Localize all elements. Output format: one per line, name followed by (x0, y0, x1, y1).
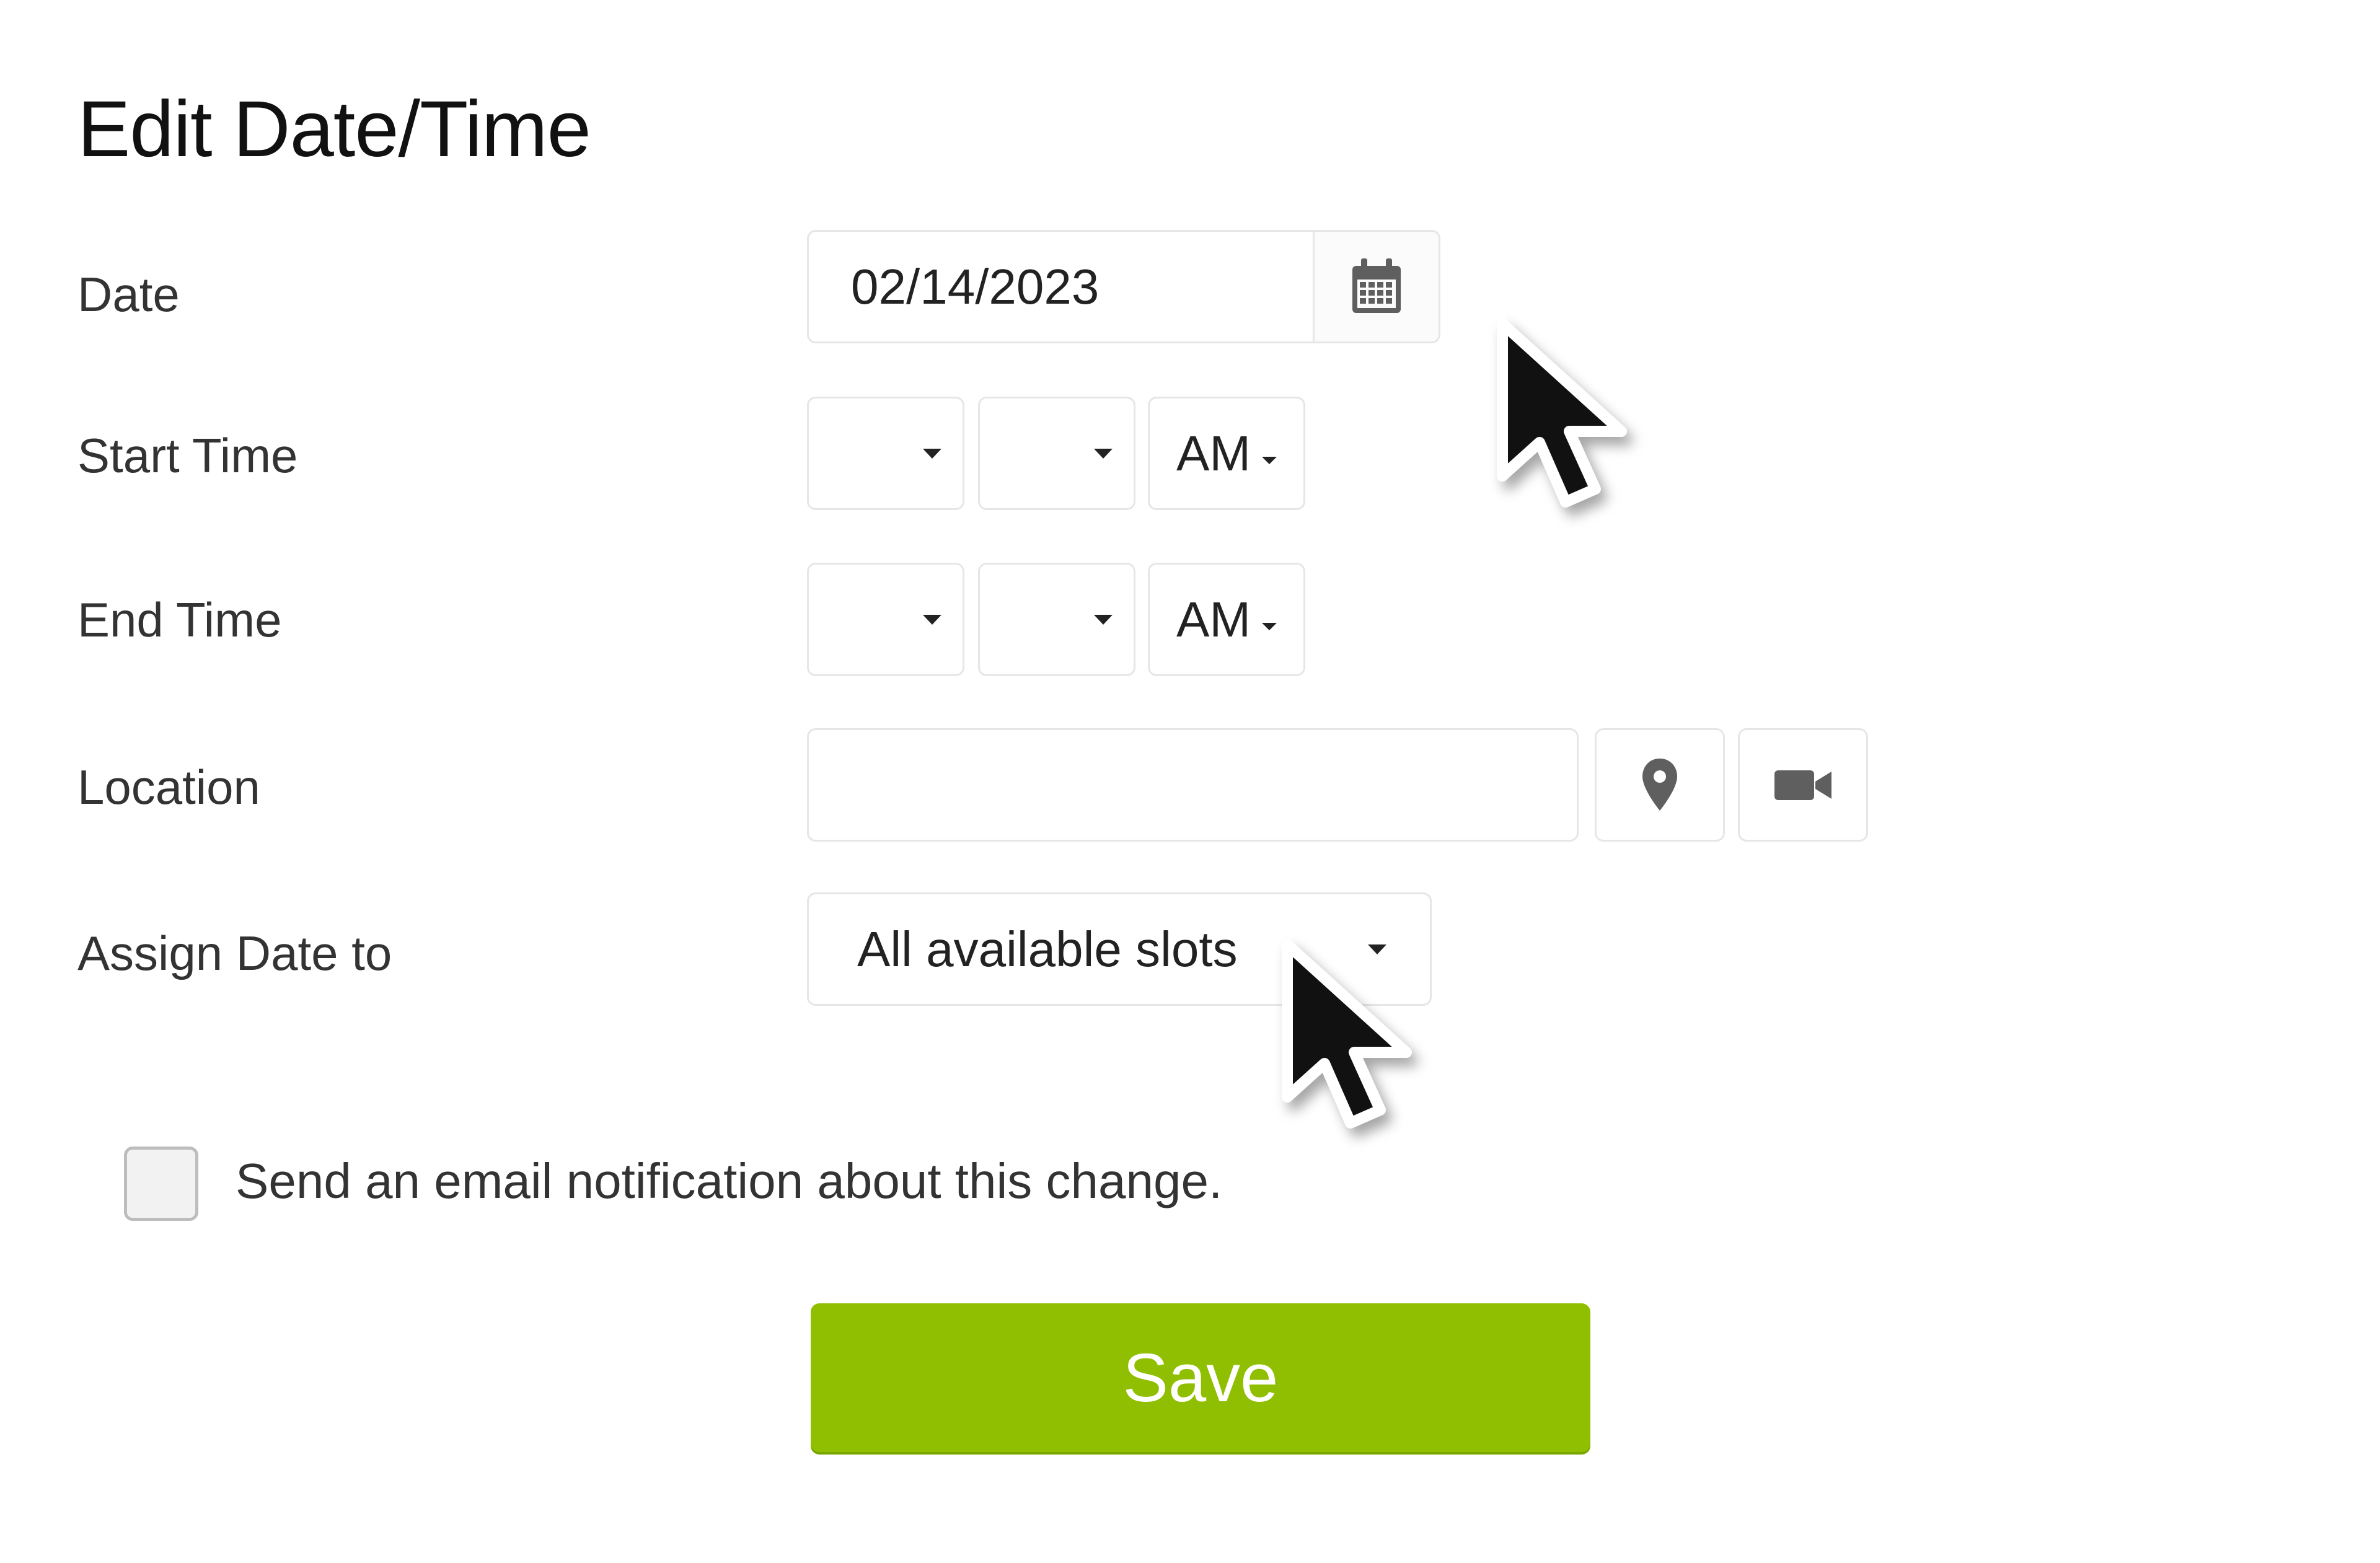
chevron-down-icon (923, 448, 941, 459)
date-input[interactable]: 02/14/2023 (809, 232, 1313, 341)
start-hour-select[interactable] (807, 397, 964, 510)
video-camera-icon (1774, 770, 1831, 800)
chevron-down-icon (923, 614, 941, 625)
mouse-cursor-icon (1497, 318, 1627, 508)
chevron-down-icon (1094, 614, 1113, 625)
location-label: Location (77, 760, 260, 814)
save-button[interactable]: Save (811, 1303, 1590, 1452)
chevron-down-icon (1262, 456, 1277, 464)
email-notification-checkbox[interactable] (124, 1147, 198, 1221)
calendar-icon (1352, 258, 1401, 313)
email-notification-label: Send an email notification about this ch… (236, 1153, 1223, 1209)
start-minute-select[interactable] (978, 397, 1135, 510)
start-time-label: Start Time (77, 428, 298, 483)
calendar-button[interactable] (1313, 232, 1439, 341)
map-location-button[interactable] (1595, 728, 1725, 842)
date-label: Date (77, 267, 180, 322)
map-pin-icon (1642, 758, 1677, 811)
video-conference-button[interactable] (1738, 728, 1868, 842)
chevron-down-icon (1262, 622, 1277, 630)
start-meridiem-value: AM (1176, 425, 1251, 481)
date-field[interactable]: 02/14/2023 (807, 230, 1440, 343)
assign-date-value: All available slots (857, 921, 1238, 977)
start-meridiem-select[interactable]: AM (1148, 397, 1305, 510)
end-hour-select[interactable] (807, 563, 964, 676)
end-meridiem-select[interactable]: AM (1148, 563, 1305, 676)
end-minute-select[interactable] (978, 563, 1135, 676)
location-input[interactable] (807, 728, 1579, 842)
dialog-title: Edit Date/Time (77, 85, 591, 174)
end-time-label: End Time (77, 592, 282, 647)
mouse-cursor-icon (1282, 939, 1412, 1129)
end-meridiem-value: AM (1176, 591, 1251, 647)
chevron-down-icon (1094, 448, 1113, 459)
assign-date-label: Assign Date to (77, 926, 392, 980)
